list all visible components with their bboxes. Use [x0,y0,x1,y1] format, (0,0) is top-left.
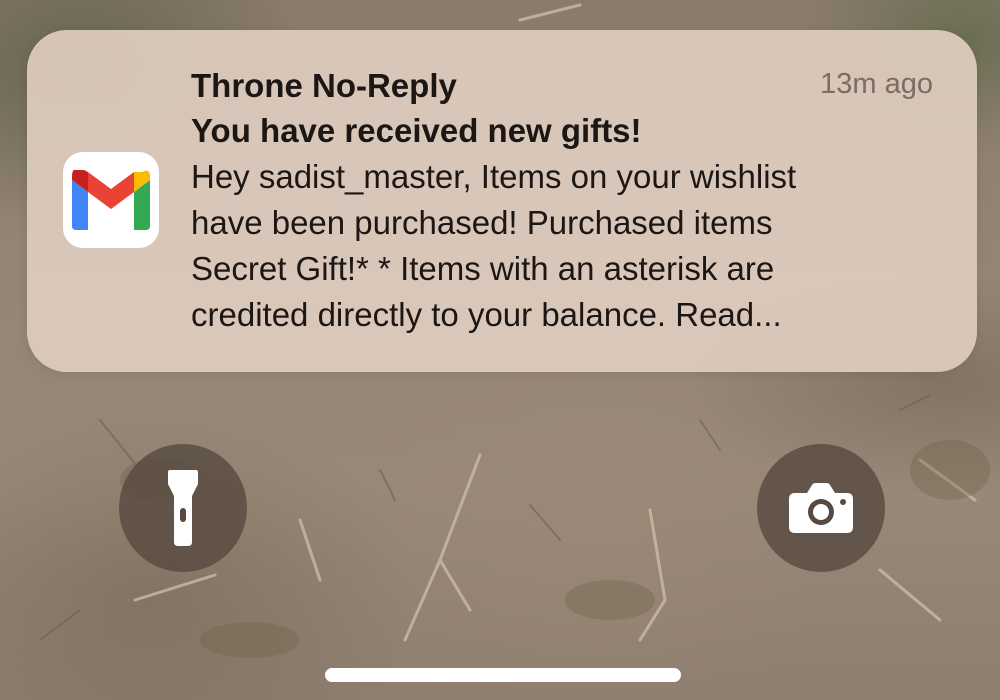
notification-card[interactable]: 13m ago Throne No-Reply You have receive… [27,30,977,372]
flashlight-button[interactable] [119,444,247,572]
notification-content: Throne No-Reply You have received new gi… [191,64,951,338]
notification-body-line: have been purchased! Purchased items [191,204,773,241]
flashlight-icon [168,470,198,546]
notification-body-line: Hey sadist_master, Items on your wishlis… [191,158,797,195]
camera-button[interactable] [757,444,885,572]
notification-body-line: credited directly to your balance. Read.… [191,296,782,333]
notification-body: Hey sadist_master, Items on your wishlis… [191,154,951,338]
notification-body-line: Secret Gift!* * Items with an asterisk a… [191,250,775,287]
home-indicator[interactable] [325,668,681,682]
notification-sender: Throne No-Reply [191,67,457,104]
camera-icon [789,483,853,533]
gmail-icon [63,152,159,248]
notification-subject: You have received new gifts! [191,112,642,149]
